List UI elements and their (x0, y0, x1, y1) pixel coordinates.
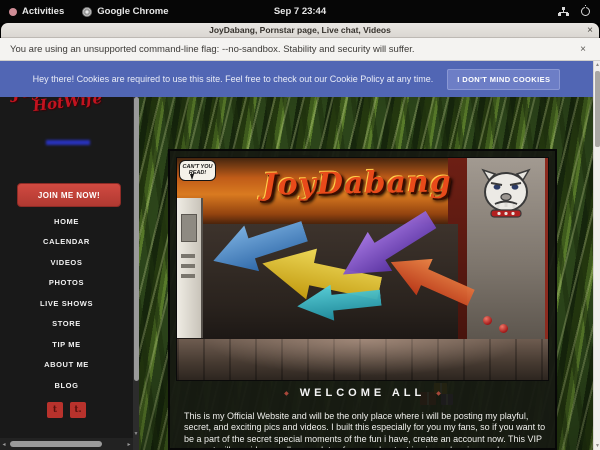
site-logo[interactable]: Joy Dabang HotWife (0, 97, 134, 117)
infobar-message: You are using an unsupported command-lin… (10, 44, 415, 55)
chrome-icon (82, 7, 92, 17)
sidebar-item-calendar[interactable]: CALENDAR (0, 232, 133, 253)
chrome-infobar: You are using an unsupported command-lin… (0, 38, 600, 61)
cookie-banner: Hey there! Cookies are required to use t… (0, 61, 593, 97)
network-icon[interactable] (558, 7, 569, 17)
sidebar-item-photos[interactable]: PHOTOS (0, 273, 133, 294)
page-background: Joy Dabang HotWife JOIN ME NOW! HOME CAL… (0, 97, 593, 450)
diamond-ornament-icon: ◆ (284, 390, 289, 397)
browser-viewport: Hey there! Cookies are required to use t… (0, 61, 600, 450)
main-content-panel: CAN'T YOU READ! JoyDabang (168, 149, 557, 450)
logo-sublink[interactable] (46, 140, 90, 145)
sidebar-horizontal-scrollbar-thumb[interactable] (10, 441, 102, 447)
scroll-right-icon[interactable]: ▸ (125, 441, 133, 448)
hero-image: CAN'T YOU READ! JoyDabang (176, 157, 549, 381)
sidebar-item-store[interactable]: STORE (0, 314, 133, 335)
window-close-icon[interactable]: × (587, 23, 593, 38)
red-ball-decoration (483, 316, 492, 325)
browser-vertical-scrollbar[interactable]: ▲ ▼ (593, 61, 600, 450)
twitter-icon[interactable]: t (47, 402, 63, 418)
sidebar-item-videos[interactable]: VIDEOS (0, 252, 133, 273)
wood-floor (177, 339, 549, 381)
sidebar-nav: HOME CALENDAR VIDEOS PHOTOS LIVE SHOWS S… (0, 211, 133, 396)
social-links: t t. (0, 402, 133, 418)
cookie-accept-button[interactable]: I DON'T MIND COOKIES (447, 69, 560, 90)
chrome-taskbar-button[interactable]: Google Chrome (73, 0, 177, 23)
chrome-taskbar-label: Google Chrome (97, 6, 168, 17)
scroll-left-icon[interactable]: ◂ (0, 441, 8, 448)
scroll-down-icon[interactable]: ▼ (594, 443, 600, 449)
sidebar-vertical-scrollbar[interactable]: ▼ (133, 97, 139, 450)
desktop-top-bar: Activities Google Chrome Sep 7 23:44 (0, 0, 600, 23)
sidebar-vertical-scrollbar-thumb[interactable] (134, 97, 139, 381)
sidebar-item-live-shows[interactable]: LIVE SHOWS (0, 293, 133, 314)
bulldog-graffiti-icon (477, 166, 535, 224)
activities-button[interactable]: Activities (0, 0, 73, 23)
scroll-up-icon[interactable]: ▲ (594, 62, 600, 68)
speech-bubble: CAN'T YOU READ! (179, 160, 216, 181)
sidebar: Joy Dabang HotWife JOIN ME NOW! HOME CAL… (0, 97, 139, 450)
power-icon[interactable] (581, 7, 590, 16)
activities-label: Activities (22, 6, 64, 17)
graffiti-title: JoyDabang (207, 163, 508, 203)
sidebar-horizontal-scrollbar[interactable]: ◂ ▸ (0, 438, 133, 450)
welcome-paragraph: This is my Official Website and will be … (184, 411, 546, 450)
scroll-down-icon[interactable]: ▼ (133, 431, 139, 437)
sidebar-item-blog[interactable]: BLOG (0, 375, 133, 396)
browser-scrollbar-thumb[interactable] (595, 71, 600, 147)
infobar-close-icon[interactable]: × (576, 44, 590, 55)
sidebar-item-home[interactable]: HOME (0, 211, 133, 232)
sidebar-item-tip-me[interactable]: TIP ME (0, 334, 133, 355)
welcome-heading-row: ◆ WELCOME ALL ◆ (170, 387, 555, 399)
red-ball-decoration (499, 324, 508, 333)
window-title: JoyDabang, Pornstar page, Live chat, Vid… (209, 25, 391, 35)
join-me-now-button[interactable]: JOIN ME NOW! (17, 183, 121, 207)
page-title: WELCOME ALL (300, 387, 425, 399)
activities-icon (9, 8, 17, 16)
white-cart (177, 198, 203, 338)
window-titlebar: JoyDabang, Pornstar page, Live chat, Vid… (1, 23, 599, 38)
cookie-message: Hey there! Cookies are required to use t… (33, 74, 434, 84)
tumblr-icon[interactable]: t. (70, 402, 86, 418)
screen: Activities Google Chrome Sep 7 23:44 Joy… (0, 0, 600, 450)
diamond-ornament-icon: ◆ (436, 390, 441, 397)
wall-frame-edge (545, 158, 549, 339)
sidebar-item-about-me[interactable]: ABOUT ME (0, 355, 133, 376)
